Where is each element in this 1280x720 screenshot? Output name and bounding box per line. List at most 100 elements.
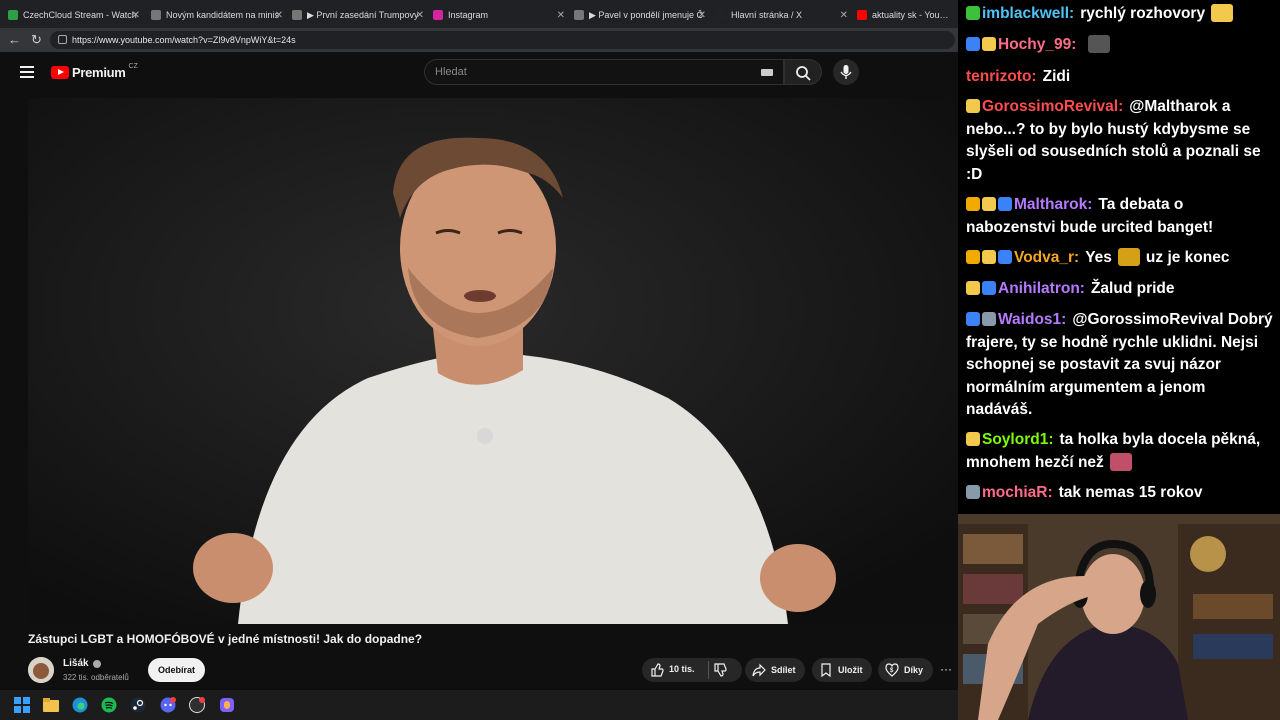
more-actions-button[interactable]: ··· xyxy=(940,662,952,676)
thanks-label: Díky xyxy=(904,665,924,675)
back-arrow-icon[interactable]: ← xyxy=(8,32,21,47)
edge-browser-icon[interactable] xyxy=(72,697,88,713)
search-input[interactable]: Hledat xyxy=(424,59,784,85)
user-badge-icon xyxy=(966,99,980,113)
divider xyxy=(708,661,709,679)
save-button[interactable]: Uložit xyxy=(812,658,872,682)
chat-message: imblackwell: rychlý rozhovory xyxy=(966,3,1276,26)
tab-favicon-icon xyxy=(292,10,302,20)
tab-close-icon[interactable]: ✕ xyxy=(275,10,283,21)
thumbs-up-icon xyxy=(651,663,664,677)
thanks-button[interactable]: $ Díky xyxy=(878,658,933,682)
save-label: Uložit xyxy=(838,665,863,675)
menu-hamburger-icon[interactable] xyxy=(20,66,34,78)
user-badge-icon xyxy=(966,250,980,264)
chat-text: Zidi xyxy=(1042,68,1071,85)
region-code: CZ xyxy=(128,63,138,70)
url-text: https://www.youtube.com/watch?v=Zl9v8Vnp… xyxy=(72,35,296,45)
site-info-icon[interactable] xyxy=(58,35,67,44)
video-title: Zástupci LGBT a HOMOFÓBOVÉ v jedné místn… xyxy=(28,632,423,646)
subscriber-count: 322 tis. odběratelů xyxy=(63,673,129,682)
chat-username[interactable]: tenrizoto: xyxy=(966,68,1037,85)
user-badge-icon xyxy=(982,312,996,326)
tab-title: ▶ První zasedání Trumpovy xyxy=(307,9,419,20)
windows-start-icon[interactable] xyxy=(14,697,30,713)
tab-close-icon[interactable]: ✕ xyxy=(557,10,565,21)
browser-tab[interactable]: Hlavní stránka / X ✕ xyxy=(716,4,852,26)
keyboard-icon[interactable] xyxy=(761,69,773,76)
user-badge-icon xyxy=(998,197,1012,211)
address-bar[interactable]: https://www.youtube.com/watch?v=Zl9v8Vnp… xyxy=(50,31,955,49)
browser-tab[interactable]: aktuality sk - YouTube xyxy=(857,4,953,26)
tab-close-icon[interactable]: ✕ xyxy=(132,10,140,21)
chat-emote-icon xyxy=(1211,4,1234,22)
channel-name: Lišák xyxy=(63,658,89,669)
subscribe-button[interactable]: Odebírat xyxy=(148,658,205,682)
spotify-icon[interactable] xyxy=(101,697,117,713)
tab-title: ▶ Pavel v pondělí jmenuje Č xyxy=(589,9,703,20)
dislike-button[interactable] xyxy=(713,663,727,679)
chat-username[interactable]: imblackwell: xyxy=(982,5,1074,22)
user-badge-icon xyxy=(966,432,980,446)
user-badge-icon xyxy=(982,197,996,211)
chat-message: GorossimoRevival: @Maltharok a nebo...? t… xyxy=(966,96,1276,186)
search-placeholder: Hledat xyxy=(435,66,467,78)
chat-message: tenrizoto: Zidi xyxy=(966,66,1276,89)
browser-tab[interactable]: Instagram ✕ xyxy=(433,4,569,26)
chat-message: mochiaR: tak nemas 15 rokov xyxy=(966,482,1276,505)
share-arrow-icon xyxy=(752,663,766,677)
channel-avatar[interactable] xyxy=(28,657,54,683)
tab-favicon-icon xyxy=(716,10,726,20)
user-badge-icon xyxy=(966,6,980,20)
tab-close-icon[interactable]: ✕ xyxy=(416,10,424,21)
avatar-image xyxy=(28,657,54,683)
file-explorer-icon[interactable] xyxy=(43,697,59,713)
tab-close-icon[interactable]: ✕ xyxy=(698,10,706,21)
logo-text: Premium xyxy=(72,65,126,80)
tab-title: CzechCloud Stream - Watch xyxy=(23,10,137,20)
browser-tab[interactable]: ▶ První zasedání Trumpovy ✕ xyxy=(292,4,428,26)
user-badge-icon xyxy=(998,250,1012,264)
voice-search-button[interactable] xyxy=(833,59,859,85)
chat-text: rychlý rozhovory xyxy=(1080,5,1206,22)
share-button[interactable]: Sdílet xyxy=(745,658,805,682)
chat-text-after-emote: uz je konec xyxy=(1145,249,1230,266)
youtube-header: Premium CZ Hledat xyxy=(0,52,958,94)
search-button[interactable] xyxy=(784,59,822,85)
chat-username[interactable]: Anihilatron: xyxy=(998,280,1085,297)
discord-icon[interactable] xyxy=(160,697,176,713)
chat-username[interactable]: Soylord1: xyxy=(982,431,1053,448)
chat-text: Žalud pride xyxy=(1090,280,1175,297)
chat-username[interactable]: mochiaR: xyxy=(982,484,1053,501)
chat-username[interactable]: GorossimoRevival: xyxy=(982,98,1123,115)
tab-close-icon[interactable]: ✕ xyxy=(840,10,848,21)
chat-username[interactable]: Maltharok: xyxy=(1014,196,1092,213)
browser-tab[interactable]: CzechCloud Stream - Watch ✕ xyxy=(8,4,144,26)
tab-favicon-icon xyxy=(433,10,443,20)
steam-icon[interactable] xyxy=(130,697,146,713)
copilot-icon[interactable] xyxy=(219,697,235,713)
chat-text: Yes xyxy=(1085,249,1112,266)
youtube-premium-logo[interactable]: Premium CZ xyxy=(51,63,138,80)
reload-icon[interactable]: ↻ xyxy=(31,32,42,48)
chat-username[interactable]: Hochy_99: xyxy=(998,36,1076,53)
browser-tab-strip: CzechCloud Stream - Watch ✕ Novým kandidát… xyxy=(0,0,958,28)
obs-icon[interactable] xyxy=(189,697,205,713)
bookmark-icon xyxy=(821,663,831,677)
browser-tab[interactable]: ▶ Pavel v pondělí jmenuje Č ✕ xyxy=(574,4,710,26)
browser-tab[interactable]: Novým kandidátem na minis ✕ xyxy=(151,4,287,26)
like-dislike-group: 10 tis. xyxy=(642,658,742,682)
like-button[interactable] xyxy=(650,663,664,679)
chat-username[interactable]: Vodva_r: xyxy=(1014,249,1079,266)
chat-username[interactable]: Waidos1: xyxy=(998,311,1066,328)
share-label: Sdílet xyxy=(771,665,796,675)
chat-text: tak nemas 15 rokov xyxy=(1058,484,1203,501)
chat-message: Anihilatron: Žalud pride xyxy=(966,278,1276,301)
video-player[interactable] xyxy=(28,98,958,624)
chat-message: Soylord1: ta holka byla docela pěkná, mno… xyxy=(966,429,1276,474)
verified-check-icon xyxy=(92,659,101,668)
chat-message: Vodva_r: Yes uz je konec xyxy=(966,247,1276,270)
youtube-play-logo-icon xyxy=(51,66,69,79)
channel-name-link[interactable]: Lišák xyxy=(63,658,101,669)
video-frame xyxy=(28,98,958,624)
